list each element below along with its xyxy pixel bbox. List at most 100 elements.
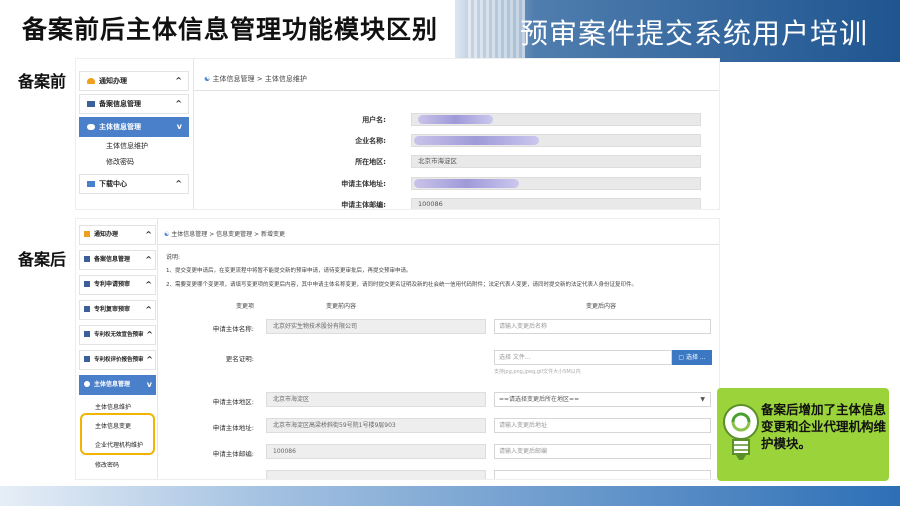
select-new-region[interactable]: ==请选择变更后所在地区== ▼ xyxy=(494,392,711,407)
download-icon xyxy=(87,181,95,187)
sidebar-item-label: 主体信息管理 xyxy=(94,381,131,388)
before-value-region: 北京市海淀区 xyxy=(266,392,486,407)
before-value-row6 xyxy=(266,470,486,479)
slide-footer xyxy=(0,486,900,506)
after-screenshot: 通知办理 ^ 备案信息管理 ^ 专利申请预审 ^ 专利复审预审 ^ 专利权无效宣告预审 ^… xyxy=(75,218,720,480)
lightbulb-icon xyxy=(723,404,759,460)
sidebar-item-label: 专利申请预审 xyxy=(94,281,131,288)
tip-text: 备案后增加了主体信息变更和企业代理机构维护模块。 xyxy=(761,402,887,451)
sidebar-item-notice[interactable]: 通知办理 ^ xyxy=(79,71,189,91)
tip-callout: 备案后增加了主体信息变更和企业代理机构维护模块。 xyxy=(717,388,889,481)
sidebar-item-filing[interactable]: 备案信息管理 ^ xyxy=(79,250,156,270)
redacted-username xyxy=(418,115,493,124)
sidebar-item-filing[interactable]: 备案信息管理 ^ xyxy=(79,94,189,114)
label-after: 备案后 xyxy=(18,250,67,269)
folder-icon xyxy=(84,256,90,262)
sidebar-item-invalidation[interactable]: 专利权无效宣告预审 ^ xyxy=(79,325,156,345)
chevron-up-icon: ^ xyxy=(146,330,153,339)
row-label-proof: 更名证明: xyxy=(225,355,254,363)
input-new-address[interactable]: 请输入变更后地址 xyxy=(494,418,711,433)
row-label-name: 申请主体名称: xyxy=(212,325,254,333)
sidebar-item-label: 通知办理 xyxy=(94,231,119,238)
chevron-down-icon: v xyxy=(176,122,182,131)
sidebar-item-notice[interactable]: 通知办理 ^ xyxy=(79,225,156,245)
sidebar-subitem-password[interactable]: 修改密码 xyxy=(106,157,134,167)
note-2: 2、需要变更哪个变更项，请填写变更项的变更后内容，其中申请主体名称变更，请同时提… xyxy=(166,282,638,288)
input-new-postcode[interactable]: 请输入变更后邮编 xyxy=(494,444,711,459)
label-before: 备案前 xyxy=(18,72,67,91)
before-sidebar: 通知办理 ^ 备案信息管理 ^ 主体信息管理 v 主体信息维护 修改密码 下载中心 ^ xyxy=(76,59,194,209)
sidebar-item-label: 专利复审预审 xyxy=(94,306,131,313)
sidebar-item-label: 备案信息管理 xyxy=(99,100,141,108)
sidebar-item-label: 主体信息管理 xyxy=(99,123,141,131)
chevron-up-icon: ^ xyxy=(145,230,152,239)
choose-file-button[interactable]: ▢ 选择 ... xyxy=(672,350,712,365)
bell-icon xyxy=(87,78,95,84)
slide-subtitle: 预审案件提交系统用户培训 xyxy=(520,17,869,50)
sidebar-item-label: 专利权评价报告预审 xyxy=(94,357,144,363)
folder-icon xyxy=(87,101,95,107)
row-label-address: 申请主体地址: xyxy=(212,424,254,432)
column-header-before: 变更前内容 xyxy=(326,303,357,310)
chevron-up-icon: ^ xyxy=(175,179,182,188)
sidebar-item-evaluation[interactable]: 专利权评价报告预审 ^ xyxy=(79,350,156,370)
before-value-address: 北京市海淀区高梁桥斜街59号院1号楼9层903 xyxy=(266,418,486,433)
chevron-down-icon: v xyxy=(146,380,152,389)
sidebar-item-subject[interactable]: 主体信息管理 v xyxy=(79,117,189,137)
before-value-postcode: 100086 xyxy=(266,444,486,459)
redacted-company xyxy=(414,136,539,145)
notes-title: 说明: xyxy=(166,254,181,261)
chevron-down-icon: ▼ xyxy=(700,396,705,403)
before-value-name: 北京好实生物技术股份有限公司 xyxy=(266,319,486,334)
building-image xyxy=(465,0,525,62)
input-new-name[interactable]: 请输入变更后名称 xyxy=(494,319,711,334)
folder-icon xyxy=(84,306,90,312)
folder-icon xyxy=(84,356,90,362)
sidebar-item-label: 下载中心 xyxy=(99,180,127,188)
note-1: 1、提交变更申请后，在变更流程中将暂不能提交新的预审申请，请待变更审批后，再提交… xyxy=(166,268,412,274)
input-row6[interactable] xyxy=(494,470,711,479)
before-screenshot: 通知办理 ^ 备案信息管理 ^ 主体信息管理 v 主体信息维护 修改密码 下载中心 ^ … xyxy=(75,58,720,210)
sidebar-item-subject[interactable]: 主体信息管理 v xyxy=(79,375,156,395)
sidebar-item-label: 专利权无效宣告预审 xyxy=(94,332,144,338)
folder-icon xyxy=(84,281,90,287)
sidebar-subitem-maintain[interactable]: 主体信息维护 xyxy=(95,402,131,411)
sidebar-item-application[interactable]: 专利申请预审 ^ xyxy=(79,275,156,295)
bell-icon xyxy=(84,231,90,237)
field-label-username: 用户名: xyxy=(362,116,386,124)
breadcrumb-text: 主体信息管理 > 信息变更管理 > 新增变更 xyxy=(171,231,285,238)
file-input-proof[interactable]: 选择 文件... xyxy=(494,350,672,365)
choose-file-label: 选择 ... xyxy=(685,354,706,361)
sidebar-subitem-password[interactable]: 修改密码 xyxy=(95,460,119,469)
user-icon: ☯ xyxy=(204,75,213,83)
field-label-postcode: 申请主体邮编: xyxy=(341,201,386,209)
sidebar-item-label: 通知办理 xyxy=(99,77,127,85)
select-region-value: ==请选择变更后所在地区== xyxy=(499,396,580,403)
redacted-address xyxy=(414,179,519,188)
field-label-region: 所在地区: xyxy=(355,158,386,166)
slide-header: 备案前后主体信息管理功能模块区别 预审案件提交系统用户培训 xyxy=(0,0,900,62)
row-label-postcode: 申请主体邮编: xyxy=(212,450,254,458)
breadcrumb: ☯ 主体信息管理 > 信息变更管理 > 新增变更 xyxy=(164,229,285,238)
folder-icon: ▢ xyxy=(678,354,686,361)
field-postcode: 100086 xyxy=(411,198,701,209)
field-label-company: 企业名称: xyxy=(355,137,386,145)
chevron-up-icon: ^ xyxy=(175,99,182,108)
sidebar-subitem-maintain[interactable]: 主体信息维护 xyxy=(106,141,148,151)
breadcrumb-text: 主体信息管理 > 主体信息维护 xyxy=(212,75,307,83)
column-header-after: 变更后内容 xyxy=(586,303,617,310)
chevron-up-icon: ^ xyxy=(146,355,153,364)
chevron-up-icon: ^ xyxy=(145,305,152,314)
slide-title: 备案前后主体信息管理功能模块区别 xyxy=(22,15,439,44)
highlight-box xyxy=(80,413,155,455)
field-region: 北京市海淀区 xyxy=(411,155,701,168)
breadcrumb: ☯ 主体信息管理 > 主体信息维护 xyxy=(204,74,307,84)
user-icon xyxy=(87,124,95,130)
chevron-up-icon: ^ xyxy=(145,280,152,289)
chevron-up-icon: ^ xyxy=(175,76,182,85)
row-label-region: 申请主体地区: xyxy=(212,398,254,406)
sidebar-item-download[interactable]: 下载中心 ^ xyxy=(79,174,189,194)
sidebar-item-label: 备案信息管理 xyxy=(94,256,131,263)
sidebar-item-reexam[interactable]: 专利复审预审 ^ xyxy=(79,300,156,320)
file-hint: 支持jpg,png,jpeg,gif文件大小5M以内 xyxy=(494,369,581,375)
